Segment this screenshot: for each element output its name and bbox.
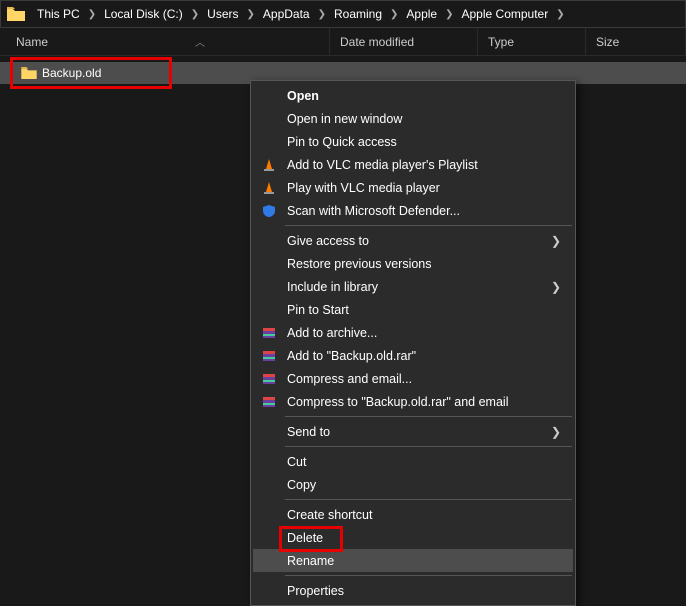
menu-separator xyxy=(285,416,572,417)
menu-pin-start[interactable]: Pin to Start xyxy=(253,298,573,321)
menu-open[interactable]: Open xyxy=(253,84,573,107)
menu-separator xyxy=(285,446,572,447)
chevron-right-icon: ❯ xyxy=(554,9,566,20)
column-header-row: ︿ Name Date modified Type Size xyxy=(0,28,686,56)
file-name-label: Backup.old xyxy=(40,66,101,80)
chevron-right-icon: ❯ xyxy=(443,9,455,20)
menu-separator xyxy=(285,575,572,576)
menu-compress-rar-email[interactable]: Compress to "Backup.old.rar" and email xyxy=(253,390,573,413)
winrar-icon xyxy=(260,370,278,388)
menu-add-rar[interactable]: Add to "Backup.old.rar" xyxy=(253,344,573,367)
menu-delete[interactable]: Delete xyxy=(253,526,573,549)
chevron-right-icon: ❯ xyxy=(551,234,561,248)
menu-rename[interactable]: Rename xyxy=(253,549,573,572)
winrar-icon xyxy=(260,324,278,342)
sort-indicator-icon: ︿ xyxy=(195,34,205,49)
chevron-right-icon: ❯ xyxy=(316,9,328,20)
menu-give-access[interactable]: Give access to❯ xyxy=(253,229,573,252)
menu-compress-email[interactable]: Compress and email... xyxy=(253,367,573,390)
shield-icon xyxy=(260,202,278,220)
menu-separator xyxy=(285,499,572,500)
menu-send-to[interactable]: Send to❯ xyxy=(253,420,573,443)
file-list-area: ︿ Name Date modified Type Size Backup.ol… xyxy=(0,28,686,84)
menu-pin-quick-access[interactable]: Pin to Quick access xyxy=(253,130,573,153)
chevron-right-icon: ❯ xyxy=(551,425,561,439)
menu-restore-versions[interactable]: Restore previous versions xyxy=(253,252,573,275)
menu-include-library[interactable]: Include in library❯ xyxy=(253,275,573,298)
chevron-right-icon: ❯ xyxy=(551,280,561,294)
breadcrumb-item[interactable]: Local Disk (C:) xyxy=(98,1,189,27)
menu-open-new-window[interactable]: Open in new window xyxy=(253,107,573,130)
chevron-right-icon: ❯ xyxy=(86,9,98,20)
chevron-right-icon: ❯ xyxy=(245,9,257,20)
menu-cut[interactable]: Cut xyxy=(253,450,573,473)
breadcrumb-item[interactable]: Roaming xyxy=(328,1,388,27)
breadcrumb-item[interactable]: Users xyxy=(201,1,244,27)
breadcrumb-item[interactable]: AppData xyxy=(257,1,316,27)
column-header-type[interactable]: Type xyxy=(478,28,586,55)
menu-create-shortcut[interactable]: Create shortcut xyxy=(253,503,573,526)
menu-add-archive[interactable]: Add to archive... xyxy=(253,321,573,344)
folder-icon xyxy=(7,7,25,21)
breadcrumb-bar[interactable]: This PC❯ Local Disk (C:)❯ Users❯ AppData… xyxy=(0,0,686,28)
winrar-icon xyxy=(260,347,278,365)
column-header-date[interactable]: Date modified xyxy=(330,28,478,55)
column-header-name[interactable]: Name xyxy=(0,28,330,55)
breadcrumb-item[interactable]: This PC xyxy=(31,1,86,27)
menu-vlc-add-playlist[interactable]: Add to VLC media player's Playlist xyxy=(253,153,573,176)
menu-vlc-play[interactable]: Play with VLC media player xyxy=(253,176,573,199)
vlc-icon xyxy=(260,156,278,174)
chevron-right-icon: ❯ xyxy=(189,9,201,20)
winrar-icon xyxy=(260,393,278,411)
column-header-size[interactable]: Size xyxy=(586,28,686,55)
menu-defender-scan[interactable]: Scan with Microsoft Defender... xyxy=(253,199,573,222)
menu-copy[interactable]: Copy xyxy=(253,473,573,496)
menu-properties[interactable]: Properties xyxy=(253,579,573,602)
vlc-icon xyxy=(260,179,278,197)
context-menu: Open Open in new window Pin to Quick acc… xyxy=(250,80,576,606)
breadcrumb-item[interactable]: Apple xyxy=(400,1,443,27)
chevron-right-icon: ❯ xyxy=(388,9,400,20)
folder-icon xyxy=(18,67,40,79)
breadcrumb-item[interactable]: Apple Computer xyxy=(456,1,555,27)
menu-separator xyxy=(285,225,572,226)
